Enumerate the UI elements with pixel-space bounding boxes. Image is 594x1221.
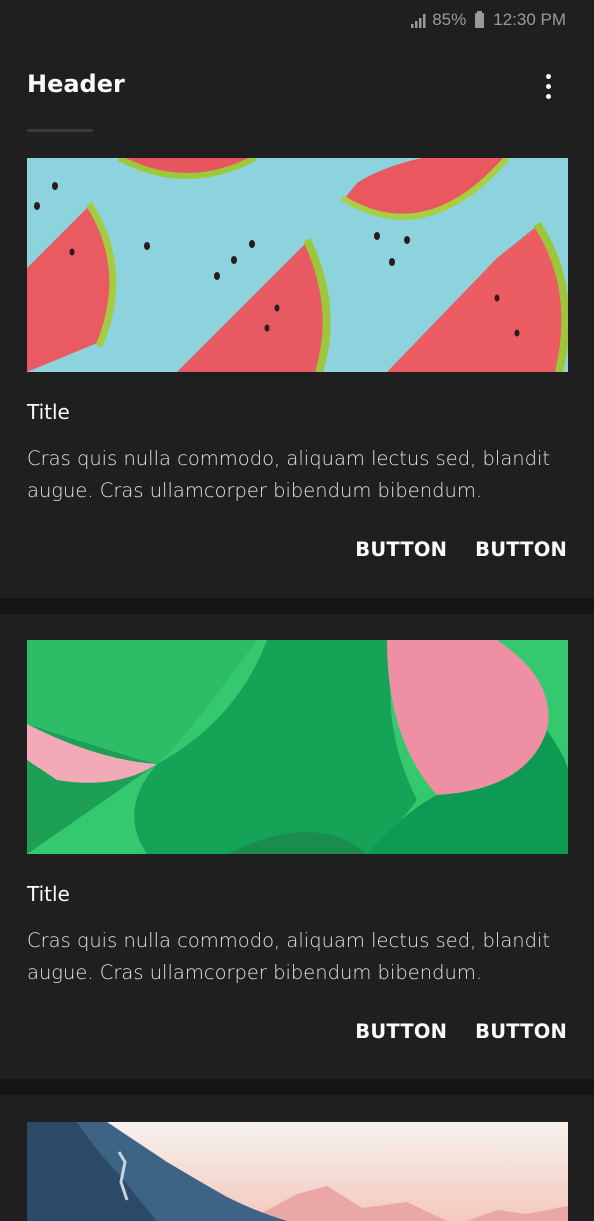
card [0,1095,594,1221]
card-actions: BUTTON BUTTON [355,538,567,561]
card: Title Cras quis nulla commodo, aliquam l… [0,158,594,598]
header-divider [27,129,93,132]
card-button-1[interactable]: BUTTON [355,1020,447,1043]
status-indicators: 85% 12:30 PM [411,9,566,31]
battery-percent: 85% [432,10,467,29]
card-button-2[interactable]: BUTTON [475,1020,567,1043]
battery-icon [475,10,485,28]
status-bar: 85% 12:30 PM [0,0,594,40]
card-image-paper-curves [27,640,568,854]
header-title: Header [27,70,125,98]
card-button-1[interactable]: BUTTON [355,538,447,561]
clock: 12:30 PM [493,10,566,29]
card-actions: BUTTON BUTTON [355,1020,567,1043]
card-button-2[interactable]: BUTTON [475,538,567,561]
signal-icon [411,13,427,28]
more-vert-icon [545,73,551,79]
more-options-button[interactable] [532,70,564,102]
card: Title Cras quis nulla commodo, aliquam l… [0,614,594,1079]
card-body-text: Cras quis nulla commodo, aliquam lectus … [27,929,551,984]
card-title: Title [27,882,70,906]
card-body-text: Cras quis nulla commodo, aliquam lectus … [27,447,551,502]
app-header: Header [0,40,594,158]
card-image-watermelon [27,158,568,372]
card-title: Title [27,400,70,424]
card-image-mountains [27,1122,568,1221]
